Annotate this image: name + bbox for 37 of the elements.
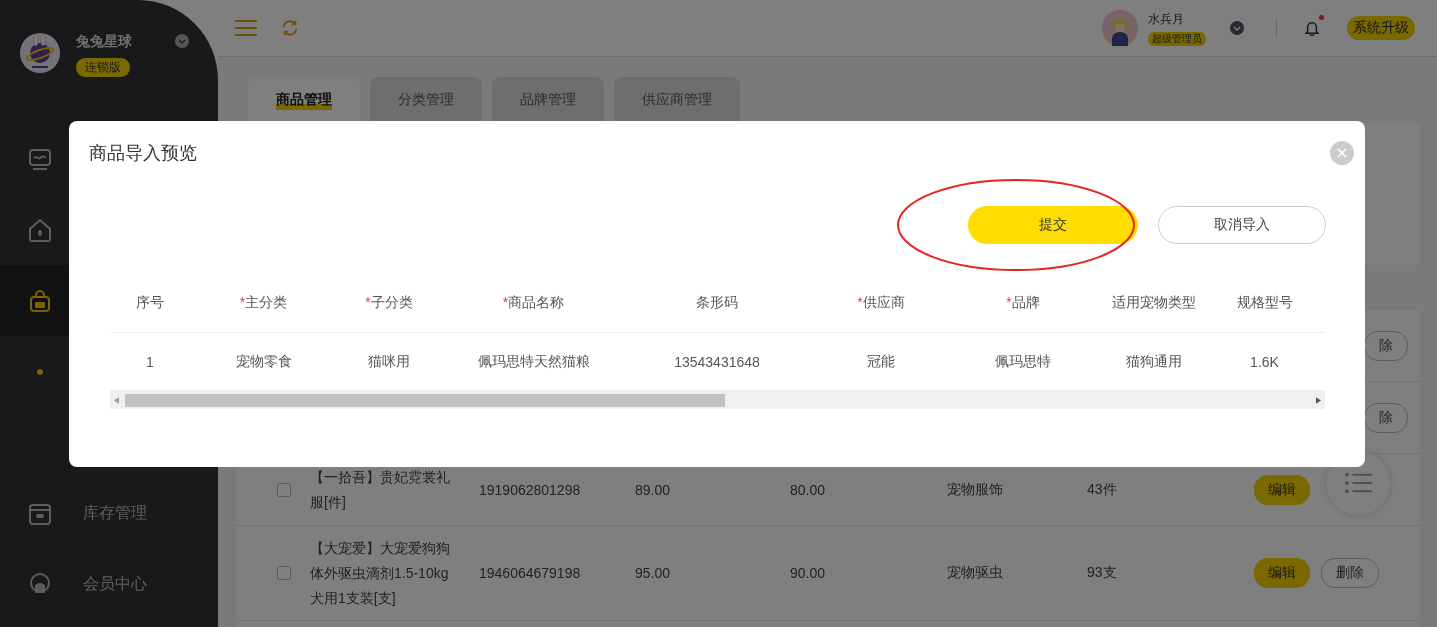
column-header: 适用宠物类型 xyxy=(1112,294,1196,312)
nav-label: 会员中心 xyxy=(83,574,147,594)
product-name: 【大宠爱】大宠爱狗狗体外驱虫滴剂1.5-10kg犬用1支装[支] xyxy=(310,539,450,606)
table-cell: 宠物零食 xyxy=(235,352,292,371)
barcode-cell: 1946064679198 xyxy=(479,565,581,581)
stock-cell: 93支 xyxy=(1087,564,1117,580)
barcode-cell: 1919062801298 xyxy=(479,481,581,498)
member-price-cell: 90.00 xyxy=(790,565,826,581)
member-price-cell: 80.00 xyxy=(790,481,826,498)
column-header: *供应商 xyxy=(857,294,905,312)
price-cell: 89.00 xyxy=(635,481,671,498)
column-header: 序号 xyxy=(136,294,164,312)
product-name: 【一拾吾】贵妃霓裳礼服[件] xyxy=(310,468,450,510)
column-header: *子分类 xyxy=(365,294,413,312)
user-name: 水兵月 xyxy=(1148,10,1185,28)
table-cell: 1.6K xyxy=(1250,353,1279,370)
table-cell: 佩玛思特天然猫粮 xyxy=(477,352,590,371)
table-cell: 猫咪用 xyxy=(368,352,410,371)
category-cell: 宠物服饰 xyxy=(947,480,1003,497)
stock-cell: 43件 xyxy=(1087,480,1117,497)
dialog-title: 商品导入预览 xyxy=(89,142,198,165)
edition-badge: 连锁版 xyxy=(76,58,130,77)
column-header: *商品名称 xyxy=(502,294,565,312)
column-header: 规格型号 xyxy=(1236,294,1293,312)
column-header: *主分类 xyxy=(239,294,288,312)
table-cell: 冠能 xyxy=(867,352,895,371)
table-cell: 13543431648 xyxy=(674,353,760,370)
column-header: 条形码 xyxy=(696,294,738,312)
nav-label: 库存管理 xyxy=(83,503,147,523)
column-header: *品牌 xyxy=(1006,294,1040,312)
store-name: 兔兔星球 xyxy=(76,33,132,51)
category-cell: 宠物驱虫 xyxy=(947,564,1003,580)
role-badge: 超级管理员 xyxy=(1148,31,1206,46)
table-cell: 猫狗通用 xyxy=(1126,352,1182,371)
table-cell: 1 xyxy=(146,353,154,370)
table-cell: 佩玛思特 xyxy=(995,352,1051,371)
price-cell: 95.00 xyxy=(635,565,671,581)
